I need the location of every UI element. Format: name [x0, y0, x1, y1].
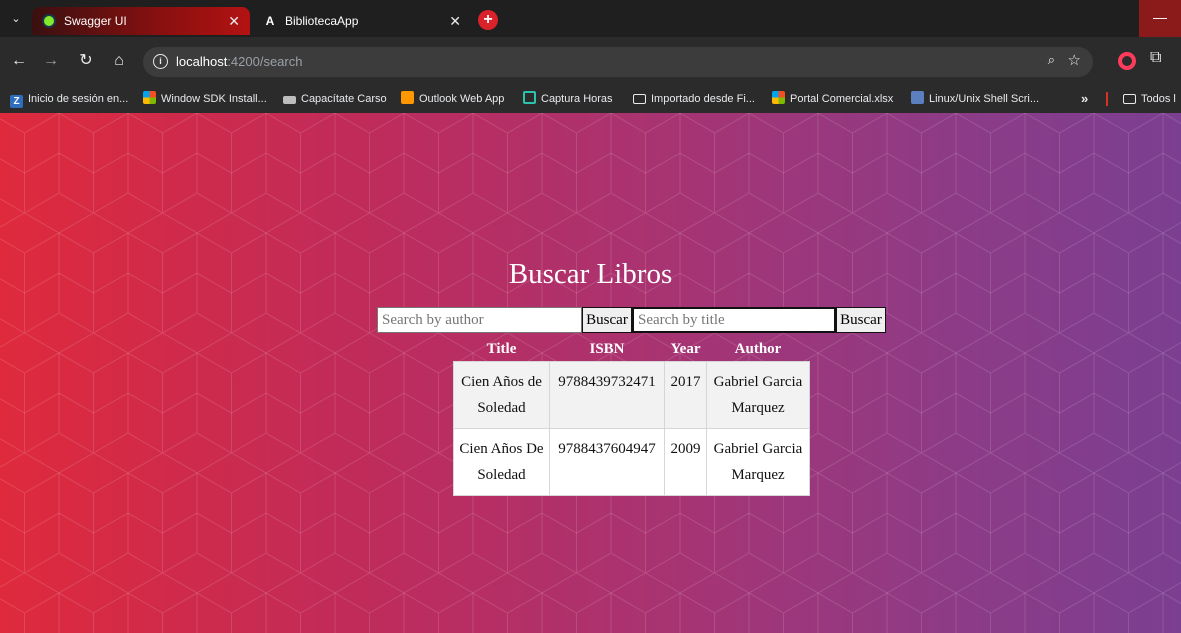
- tab-swagger-ui[interactable]: Swagger UI ✕: [32, 7, 250, 35]
- opera-extension-icon[interactable]: [1118, 52, 1136, 70]
- column-header-isbn: ISBN: [589, 341, 625, 358]
- results-table: Title ISBN Year Author Cien Años de Sole…: [453, 339, 810, 496]
- title-search-input[interactable]: [632, 307, 836, 333]
- forward-arrow-icon[interactable]: →: [40, 50, 62, 72]
- bookmark-item[interactable]: Importado desde Fi...: [633, 85, 755, 113]
- microsoft-icon: [772, 91, 785, 104]
- url-text[interactable]: localhost:4200/search: [176, 47, 302, 77]
- document-icon: [911, 91, 924, 104]
- cell-year: 2009: [664, 427, 707, 496]
- table-row: Cien Años de Soledad 9788439732471 2017 …: [453, 360, 810, 429]
- microsoft-icon: [143, 91, 156, 104]
- tab-title: BibliotecaApp: [285, 14, 359, 28]
- close-icon[interactable]: ✕: [228, 7, 240, 35]
- angular-icon: A: [265, 14, 275, 28]
- browser-toolbar: ← → ↻ ⌂ i localhost:4200/search ⌕ ☆ ⧉: [0, 37, 1181, 85]
- search-author-button[interactable]: Buscar: [582, 307, 632, 333]
- site-info-icon[interactable]: i: [153, 54, 168, 69]
- column-header-title: Title: [486, 341, 517, 358]
- outlook-icon: [401, 91, 414, 104]
- cloud-icon: [283, 96, 296, 104]
- bookmarks-divider: [1106, 92, 1108, 106]
- cell-title: Cien Años de Soledad: [453, 360, 550, 429]
- cell-title: Cien Años De Soledad: [453, 427, 550, 496]
- swagger-icon: [42, 14, 56, 28]
- tab-strip: ⌄ Swagger UI ✕ A BibliotecaApp ✕ + —: [0, 0, 1181, 37]
- cell-year: 2017: [664, 360, 707, 429]
- folder-icon: [1123, 94, 1136, 104]
- bookmark-item[interactable]: Capacítate Carso: [283, 85, 387, 113]
- bookmarks-more-chevron-icon[interactable]: »: [1081, 85, 1088, 113]
- search-title-button[interactable]: Buscar: [836, 307, 886, 333]
- bookmark-star-icon[interactable]: ☆: [1068, 51, 1081, 69]
- cell-isbn: 9788439732471: [549, 360, 665, 429]
- column-header-author: Author: [734, 341, 782, 358]
- page-title: Buscar Libros: [508, 258, 673, 290]
- cell-isbn: 9788437604947: [549, 427, 665, 496]
- tab-bibliotecaapp[interactable]: A BibliotecaApp ✕: [253, 7, 471, 35]
- tab-search-chevron-icon[interactable]: ⌄: [6, 9, 26, 29]
- home-icon[interactable]: ⌂: [108, 50, 130, 72]
- table-row: Cien Años De Soledad 9788437604947 2009 …: [453, 427, 810, 496]
- tab-title: Swagger UI: [64, 14, 127, 28]
- cell-author: Gabriel Garcia Marquez: [706, 427, 810, 496]
- extensions-puzzle-icon[interactable]: ⧉: [1150, 49, 1161, 67]
- close-icon[interactable]: ✕: [449, 7, 461, 35]
- minimize-window-button[interactable]: —: [1139, 0, 1181, 37]
- bookmark-item[interactable]: Z Inicio de sesión en...: [10, 85, 128, 113]
- bookmark-item[interactable]: Portal Comercial.xlsx: [772, 85, 893, 113]
- author-search-input[interactable]: [377, 307, 582, 333]
- page-content: Buscar Libros Buscar Buscar Title ISBN Y…: [0, 113, 1181, 633]
- reload-icon[interactable]: ↻: [75, 50, 97, 72]
- table-header-row: Title ISBN Year Author: [454, 339, 810, 361]
- all-bookmarks-folder[interactable]: Todos l: [1123, 85, 1176, 113]
- back-arrow-icon[interactable]: ←: [8, 50, 30, 72]
- bookmarks-bar: Z Inicio de sesión en... Window SDK Insta…: [0, 85, 1181, 113]
- column-header-year: Year: [670, 341, 701, 358]
- bookmark-item[interactable]: Outlook Web App: [401, 85, 504, 113]
- cell-author: Gabriel Garcia Marquez: [706, 360, 810, 429]
- zimbra-icon: Z: [10, 95, 23, 108]
- new-tab-button[interactable]: +: [478, 10, 498, 30]
- zoom-icon[interactable]: ⌕: [1048, 52, 1055, 68]
- folder-icon: [633, 94, 646, 104]
- bookmark-item[interactable]: Window SDK Install...: [143, 85, 267, 113]
- captura-icon: [523, 91, 536, 104]
- address-bar[interactable]: i localhost:4200/search ⌕ ☆: [143, 47, 1093, 77]
- bookmark-item[interactable]: Linux/Unix Shell Scri...: [911, 85, 1039, 113]
- bookmark-item[interactable]: Captura Horas: [523, 85, 613, 113]
